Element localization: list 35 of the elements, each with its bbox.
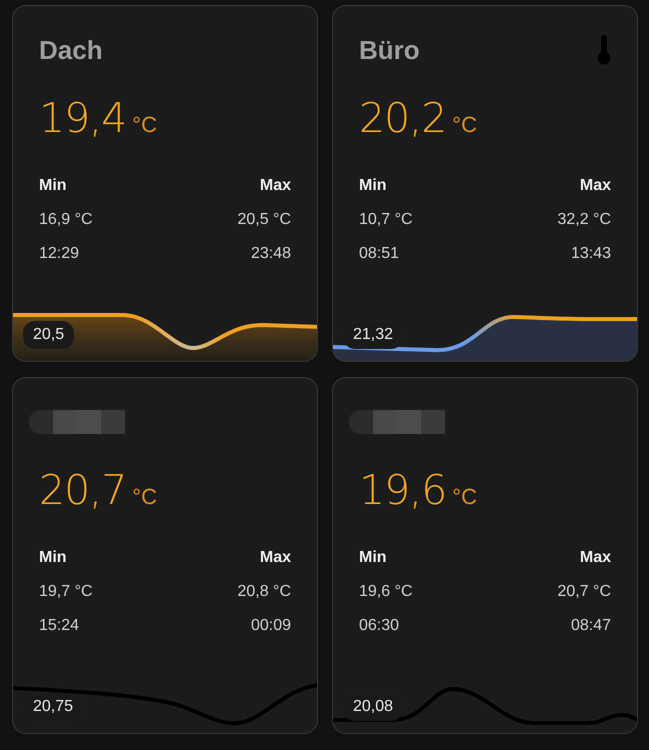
stat-value: 32,2 °C	[557, 211, 611, 229]
stat-value: 20,5 °C	[237, 211, 291, 229]
card-title: Büro	[359, 34, 420, 66]
stat-label: Max	[580, 549, 611, 567]
stat-label: Min	[39, 549, 67, 567]
card-title: Dach	[39, 34, 103, 66]
unit-label: °C	[452, 112, 477, 138]
stat-label: Min	[39, 177, 67, 195]
stat-time: 00:09	[250, 617, 291, 635]
unit-label: °C	[132, 112, 157, 138]
stat-value: 19,6 °C	[359, 583, 413, 601]
stat-label: Max	[580, 177, 611, 195]
value-badge: 20,5	[23, 321, 74, 349]
stat-value: 19,7 °C	[39, 583, 93, 601]
stat-label: Min	[359, 177, 387, 195]
stat-time: 08:47	[570, 617, 611, 635]
stat-label: Min	[359, 549, 387, 567]
stat-time: 23:48	[250, 245, 291, 263]
stat-time: 06:30	[359, 617, 400, 635]
stat-value: 16,9 °C	[39, 211, 93, 229]
temperature-value: 19,6	[359, 466, 446, 514]
stat-time: 12:29	[39, 245, 80, 263]
stat-value: 10,7 °C	[359, 211, 413, 229]
stat-value: 20,8 °C	[237, 583, 291, 601]
unit-label: °C	[452, 484, 477, 510]
stat-time: 08:51	[359, 245, 400, 263]
stat-time: 13:43	[570, 245, 611, 263]
temperature-value: 20,7	[39, 466, 126, 514]
temperature-value: 19,4	[39, 94, 126, 142]
temperature-value: 20,2	[359, 94, 446, 142]
stat-label: Max	[260, 177, 291, 195]
stat-label: Max	[260, 549, 291, 567]
stat-time: 15:24	[39, 617, 80, 635]
unit-label: °C	[132, 484, 157, 510]
stat-value: 20,7 °C	[557, 583, 611, 601]
